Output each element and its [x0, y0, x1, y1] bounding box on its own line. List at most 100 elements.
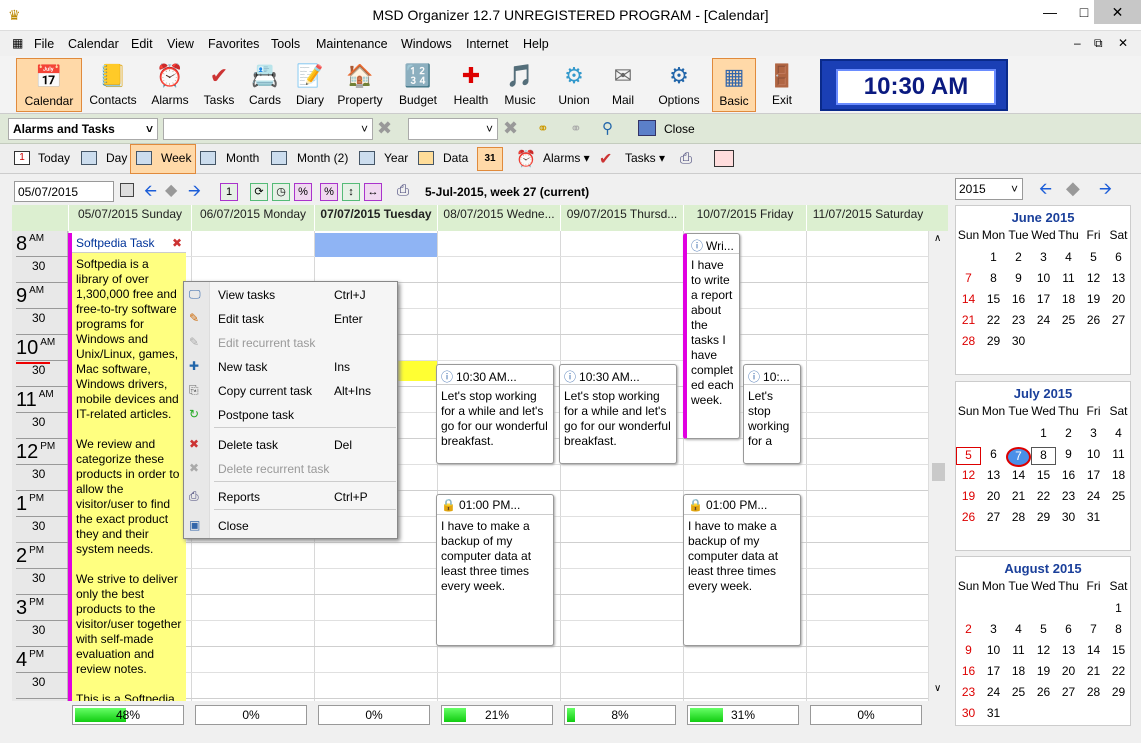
- menu-view[interactable]: View: [167, 37, 194, 51]
- scroll-up-icon[interactable]: ∧: [934, 233, 941, 244]
- mini-day[interactable]: 22: [1106, 664, 1131, 678]
- data-button[interactable]: Data: [443, 151, 468, 165]
- mini-day[interactable]: 30: [956, 706, 981, 720]
- mdi-restore-icon[interactable]: ⧉: [1094, 36, 1103, 51]
- mini-day[interactable]: 3: [981, 622, 1006, 636]
- menu-file[interactable]: File: [34, 37, 54, 51]
- menu-favorites[interactable]: Favorites: [208, 37, 259, 51]
- year-select[interactable]: 2015 ˅: [955, 178, 1023, 200]
- mini-day[interactable]: 29: [981, 334, 1006, 348]
- mini-day[interactable]: 18: [1106, 468, 1131, 482]
- mini-day[interactable]: 27: [1106, 313, 1131, 327]
- fit-width-icon[interactable]: ↔: [364, 183, 382, 201]
- mini-day[interactable]: 31: [1081, 510, 1106, 524]
- task-card[interactable]: ⓘ 10:30 AM... Let's stop working for a whi…: [559, 364, 677, 464]
- mini-day[interactable]: 29: [1031, 510, 1056, 524]
- day-button[interactable]: Day: [106, 151, 127, 165]
- mini-day[interactable]: 21: [1006, 489, 1031, 503]
- calendar-31-icon[interactable]: 31: [477, 147, 503, 171]
- mini-day[interactable]: 5: [1081, 250, 1106, 264]
- mini-day[interactable]: 8: [1031, 447, 1056, 465]
- mini-day[interactable]: 13: [1056, 643, 1081, 657]
- toolbar-alarms-button[interactable]: ⏰ Alarms: [144, 58, 196, 112]
- mini-day[interactable]: 26: [1081, 313, 1106, 327]
- mini-day[interactable]: 19: [956, 489, 981, 503]
- mini-day[interactable]: 12: [1081, 271, 1106, 285]
- mini-day[interactable]: 1: [1106, 601, 1131, 615]
- day-header[interactable]: 06/07/2015 Monday: [191, 205, 314, 231]
- mini-day[interactable]: 1: [1031, 426, 1056, 440]
- toolbar-budget-button[interactable]: 🔢 Budget: [388, 58, 448, 112]
- task-card[interactable]: ⓘ Wri... I have to write a report about th…: [683, 233, 740, 439]
- mini-day[interactable]: 16: [1006, 292, 1031, 306]
- mini-day[interactable]: 28: [956, 334, 981, 348]
- mini-day[interactable]: 3: [1081, 426, 1106, 440]
- mini-day[interactable]: 14: [956, 292, 981, 306]
- day-header[interactable]: 05/07/2015 Sunday: [68, 205, 191, 231]
- mini-day[interactable]: 10: [1031, 271, 1056, 285]
- mini-day[interactable]: 22: [1031, 489, 1056, 503]
- mini-day[interactable]: 27: [981, 510, 1006, 524]
- mini-day[interactable]: 30: [1056, 510, 1081, 524]
- toolbar-health-button[interactable]: ✚ Health: [448, 58, 494, 112]
- link-icon[interactable]: ⚭: [537, 120, 549, 137]
- today-diamond-icon[interactable]: ◆: [1066, 178, 1080, 199]
- month-button[interactable]: Month: [226, 151, 259, 165]
- prev-arrow-icon[interactable]: 🡨: [144, 180, 157, 207]
- mini-day[interactable]: 18: [1056, 292, 1081, 306]
- mdi-minimize-icon[interactable]: –: [1074, 36, 1081, 50]
- toolbar-union-button[interactable]: ⚙ Union: [550, 58, 598, 112]
- mini-day[interactable]: 13: [981, 468, 1006, 482]
- tasks-dropdown[interactable]: Tasks ▾: [625, 151, 665, 165]
- print-icon[interactable]: ⎙: [680, 150, 692, 167]
- mini-day[interactable]: 16: [956, 664, 981, 678]
- mini-day[interactable]: 21: [1081, 664, 1106, 678]
- mini-day[interactable]: 25: [1106, 489, 1131, 503]
- day-header[interactable]: 10/07/2015 Friday: [683, 205, 806, 231]
- mini-day[interactable]: 11: [1106, 447, 1131, 461]
- mini-day[interactable]: 24: [981, 685, 1006, 699]
- context-item-copy-current-task[interactable]: ⎘ Copy current task Alt+Ins: [184, 379, 397, 403]
- toolbar-basic-button[interactable]: ▦ Basic: [712, 58, 756, 112]
- refresh-icon[interactable]: ⟳: [250, 183, 268, 201]
- scroll-down-icon[interactable]: ∨: [934, 683, 941, 694]
- mini-day[interactable]: 23: [1006, 313, 1031, 327]
- mini-day[interactable]: 14: [1081, 643, 1106, 657]
- mini-day[interactable]: 25: [1006, 685, 1031, 699]
- day-header[interactable]: 09/07/2015 Thursd...: [560, 205, 683, 231]
- context-item-edit-task[interactable]: ✎ Edit task Enter: [184, 307, 397, 331]
- mini-day[interactable]: 24: [1031, 313, 1056, 327]
- mini-day[interactable]: 20: [981, 489, 1006, 503]
- mini-day[interactable]: 19: [1031, 664, 1056, 678]
- day-header[interactable]: 07/07/2015 Tuesday: [314, 205, 437, 231]
- mini-day[interactable]: 19: [1081, 292, 1106, 306]
- context-item-delete-task[interactable]: ✖ Delete task Del: [184, 433, 397, 457]
- minimize-icon[interactable]: —: [1033, 0, 1067, 24]
- mini-day[interactable]: 31: [981, 706, 1006, 720]
- mini-day[interactable]: 5: [1031, 622, 1056, 636]
- mini-day[interactable]: 5: [956, 447, 981, 465]
- toolbar-exit-button[interactable]: 🚪 Exit: [758, 58, 806, 112]
- context-item-new-task[interactable]: ✚ New task Ins: [184, 355, 397, 379]
- selected-cell[interactable]: [315, 233, 437, 257]
- toolbar-property-button[interactable]: 🏠 Property: [334, 58, 386, 112]
- mini-day[interactable]: 30: [1006, 334, 1031, 348]
- mini-day[interactable]: 12: [956, 468, 981, 482]
- mini-day[interactable]: 9: [1056, 447, 1081, 461]
- mini-day[interactable]: 2: [1006, 250, 1031, 264]
- mini-day[interactable]: 20: [1106, 292, 1131, 306]
- clear-secondary-icon[interactable]: ✖: [503, 118, 518, 139]
- menu-edit[interactable]: Edit: [131, 37, 153, 51]
- mini-day[interactable]: 2: [956, 622, 981, 636]
- mini-day[interactable]: 7: [956, 271, 981, 285]
- mini-day[interactable]: 4: [1056, 250, 1081, 264]
- mini-day[interactable]: 11: [1006, 643, 1031, 657]
- mini-day[interactable]: 24: [1081, 489, 1106, 503]
- date-picker-icon[interactable]: [120, 183, 134, 197]
- mini-day[interactable]: 18: [1006, 664, 1031, 678]
- mini-day[interactable]: 6: [1056, 622, 1081, 636]
- mini-day[interactable]: 26: [1031, 685, 1056, 699]
- menu-internet[interactable]: Internet: [466, 37, 508, 51]
- mini-day[interactable]: 17: [981, 664, 1006, 678]
- mini-day[interactable]: 9: [1006, 271, 1031, 285]
